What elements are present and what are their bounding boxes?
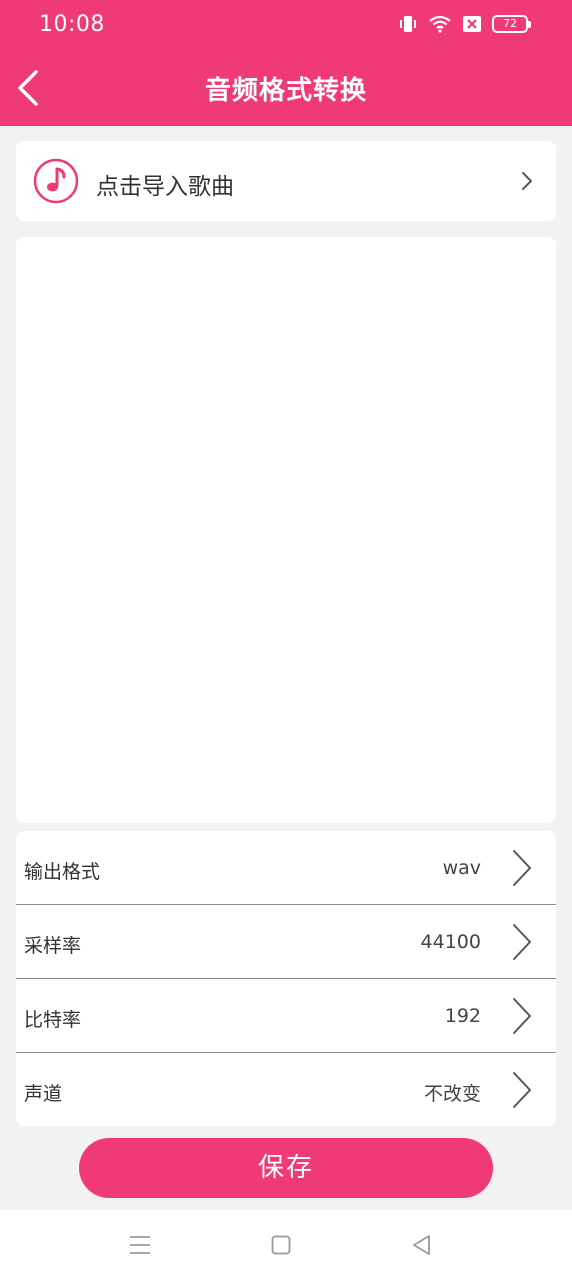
import-song-label: 点击导入歌曲 xyxy=(96,174,234,200)
vibrate-icon xyxy=(400,16,416,32)
status-time: 10:08 xyxy=(39,12,105,37)
setting-label: 输出格式 xyxy=(24,861,101,883)
setting-value: 不改变 xyxy=(423,1083,481,1105)
chevron-right-icon xyxy=(513,850,531,886)
home-icon[interactable] xyxy=(271,1235,291,1255)
setting-sample-rate[interactable]: 采样率 44100 xyxy=(16,905,556,979)
setting-value: wav xyxy=(442,857,481,879)
chevron-right-icon xyxy=(513,998,531,1034)
setting-label: 采样率 xyxy=(24,935,82,957)
battery-level: 72 xyxy=(503,17,517,30)
setting-label: 比特率 xyxy=(24,1009,82,1031)
song-list-area xyxy=(16,237,556,823)
music-note-icon xyxy=(33,158,79,204)
setting-bit-rate[interactable]: 比特率 192 xyxy=(16,979,556,1053)
menu-icon[interactable] xyxy=(128,1234,152,1256)
save-button[interactable]: 保存 xyxy=(79,1138,493,1198)
status-icons: 72 xyxy=(398,14,531,34)
page-title: 音频格式转换 xyxy=(204,76,367,106)
chevron-right-icon xyxy=(513,1072,531,1108)
setting-label: 声道 xyxy=(24,1083,63,1105)
back-icon[interactable] xyxy=(411,1234,433,1256)
battery-icon: 72 xyxy=(492,15,531,33)
setting-output-format[interactable]: 输出格式 wav xyxy=(16,831,556,905)
import-song-button[interactable]: 点击导入歌曲 xyxy=(16,141,556,221)
sim-error-icon xyxy=(463,16,481,32)
chevron-right-icon xyxy=(513,924,531,960)
setting-value: 44100 xyxy=(420,931,481,953)
conversion-settings: 输出格式 wav 采样率 44100 比特率 192 声道 不改变 xyxy=(16,831,556,1126)
app-header: 10:08 72 音频格式转换 xyxy=(0,0,572,126)
wifi-icon xyxy=(429,15,451,33)
system-nav-bar xyxy=(0,1210,572,1280)
chevron-right-icon xyxy=(522,172,532,190)
setting-channel[interactable]: 声道 不改变 xyxy=(16,1053,556,1126)
setting-value: 192 xyxy=(444,1005,481,1027)
